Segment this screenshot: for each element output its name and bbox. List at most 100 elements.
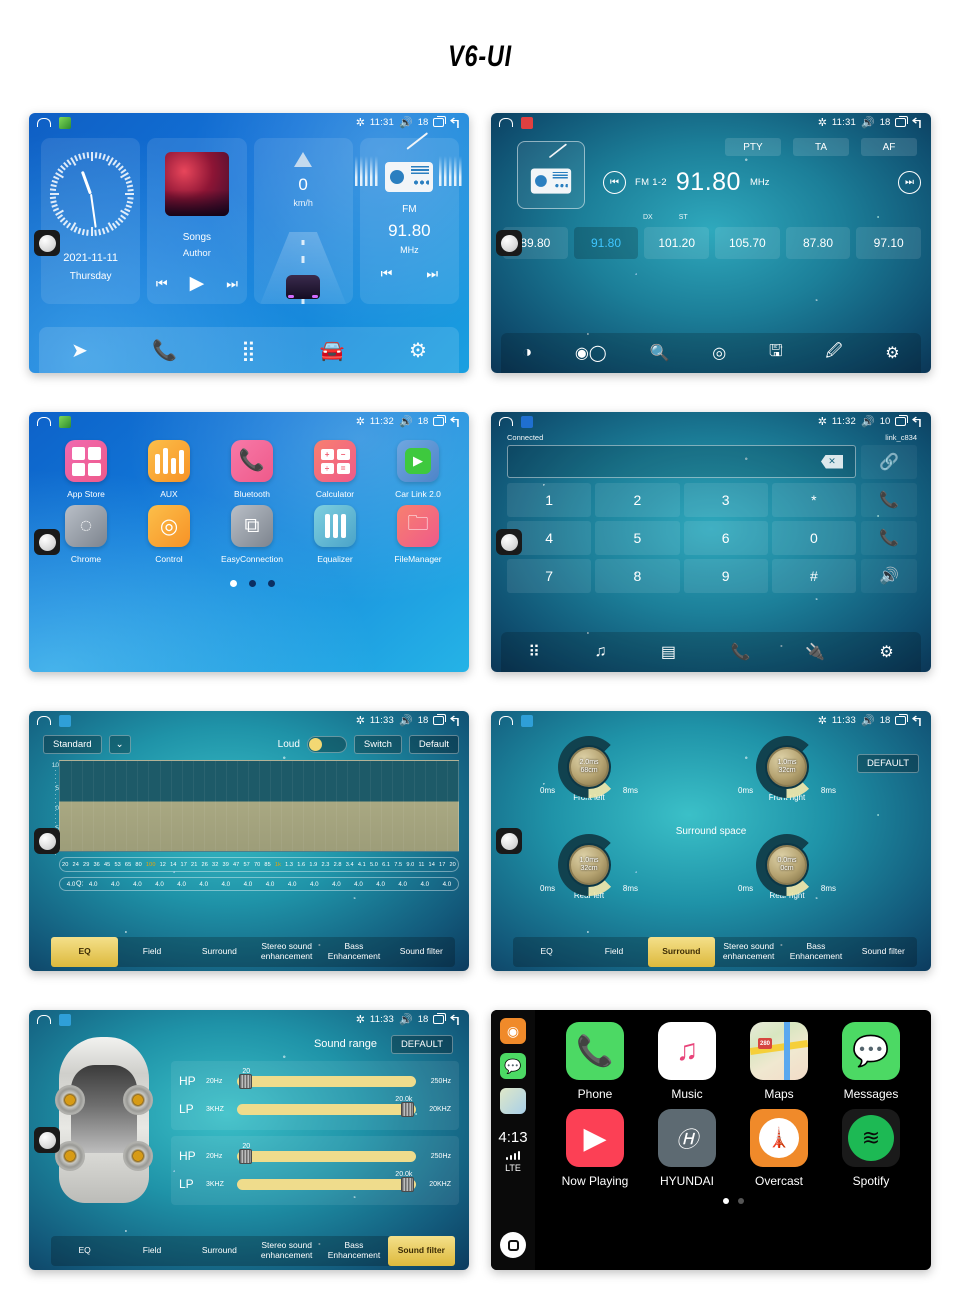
- eq-band-divider[interactable]: [148, 761, 150, 851]
- carplay-app-hyundai[interactable]: Ⓗ HYUNDAI: [641, 1109, 733, 1188]
- bezel-knob[interactable]: [34, 529, 60, 555]
- screen-home[interactable]: ✲ 11:31 🔊 18 ↰ 2021-11-11 Thursday Songs…: [29, 113, 469, 373]
- home-icon[interactable]: [499, 716, 513, 725]
- app-badge-icon[interactable]: [59, 116, 71, 129]
- eq-band-divider[interactable]: [281, 761, 283, 851]
- speaker-icon[interactable]: 🔊: [861, 559, 917, 593]
- home-icon[interactable]: [499, 118, 513, 127]
- tab-surround[interactable]: Surround: [186, 937, 253, 967]
- eq-q-value[interactable]: 4.0: [354, 881, 363, 888]
- filter-row-lp[interactable]: LP 3KHZ 20.0k 20KHZ: [179, 1170, 451, 1198]
- carplay-app-phone[interactable]: 📞 Phone: [549, 1022, 641, 1101]
- screen-equalizer[interactable]: ✲ 11:33 🔊 18 ↰ Standard ⌄ Loud Switch De…: [29, 711, 469, 971]
- dx-label[interactable]: DX: [643, 214, 653, 221]
- tab-field[interactable]: Field: [580, 937, 647, 967]
- eq-band-divider[interactable]: [225, 761, 227, 851]
- page-dot[interactable]: [267, 580, 275, 587]
- tab-stereo-sound-enhancement[interactable]: Stereo sound enhancement: [253, 937, 320, 967]
- page-dot[interactable]: [737, 1198, 744, 1204]
- music-next-button[interactable]: ⏭: [226, 276, 238, 292]
- back-icon[interactable]: ↰: [910, 714, 925, 728]
- band-icon[interactable]: ◑: [522, 344, 532, 362]
- eq-band-divider[interactable]: [192, 761, 194, 851]
- eq-band-divider[interactable]: [159, 761, 161, 851]
- eq-band-divider[interactable]: [247, 761, 249, 851]
- app-badge-icon[interactable]: [59, 415, 71, 428]
- radio-prev-button[interactable]: ⏮: [381, 266, 393, 282]
- filter-slider[interactable]: 20.0k: [237, 1171, 416, 1192]
- tune-prev-button[interactable]: ⏮: [603, 171, 626, 194]
- eq-q-value[interactable]: 4.0: [443, 881, 452, 888]
- eq-band-divider[interactable]: [402, 761, 404, 851]
- eq-q-value[interactable]: 4.0: [67, 881, 76, 888]
- eq-band-divider[interactable]: [236, 761, 238, 851]
- knob-front-left[interactable]: 2.0ms 68cm 0ms 8ms Front left: [539, 736, 639, 802]
- eq-q-value[interactable]: 4.0: [111, 881, 120, 888]
- tab-field[interactable]: Field: [118, 1236, 185, 1266]
- filter-row-lp[interactable]: LP 3KHZ 20.0k 20KHZ: [179, 1095, 451, 1123]
- hangup-icon[interactable]: 📞: [861, 521, 917, 555]
- overcast-icon[interactable]: ◉: [500, 1018, 526, 1044]
- st-label[interactable]: ST: [679, 214, 688, 221]
- eq-band-divider[interactable]: [347, 761, 349, 851]
- recents-icon[interactable]: [895, 714, 909, 725]
- bluetooth-app-badge-icon[interactable]: [521, 415, 533, 428]
- eq-band-divider[interactable]: [446, 761, 448, 851]
- filter-slider[interactable]: 20: [237, 1143, 416, 1164]
- eq-band-divider[interactable]: [170, 761, 172, 851]
- tab-stereo-sound-enhancement[interactable]: Stereo sound enhancement: [715, 937, 782, 967]
- app-item-easyconnection[interactable]: ⧉ EasyConnection: [221, 505, 283, 564]
- ta-button[interactable]: TA: [793, 138, 849, 156]
- recents-icon[interactable]: [433, 415, 447, 426]
- carplay-app-messages[interactable]: 💬 Messages: [825, 1022, 917, 1101]
- tab-surround[interactable]: Surround: [186, 1236, 253, 1266]
- eq-q-value[interactable]: 4.0: [376, 881, 385, 888]
- settings-icon[interactable]: ⚙: [885, 343, 899, 363]
- key-7[interactable]: 7: [507, 559, 592, 593]
- tab-stereo-sound-enhancement[interactable]: Stereo sound enhancement: [253, 1236, 320, 1266]
- eq-band-divider[interactable]: [126, 761, 128, 851]
- music-prev-button[interactable]: ⏮: [156, 276, 168, 292]
- settings-icon[interactable]: ⚙: [879, 642, 893, 662]
- tab-bass-enhancement[interactable]: Bass Enhancement: [320, 937, 387, 967]
- filter-slider[interactable]: 20.0k: [237, 1096, 416, 1117]
- back-icon[interactable]: ↰: [448, 415, 463, 429]
- messages-icon[interactable]: 💬: [500, 1053, 526, 1079]
- recents-icon[interactable]: [433, 714, 447, 725]
- app-item-filemanager[interactable]: 🗀 FileManager: [387, 505, 449, 564]
- eq-q-value[interactable]: 4.0: [199, 881, 208, 888]
- radio-app-badge-icon[interactable]: [521, 116, 533, 129]
- eq-band-divider[interactable]: [424, 761, 426, 851]
- slider-thumb[interactable]: [238, 1148, 252, 1164]
- eq-q-value[interactable]: 4.0: [266, 881, 275, 888]
- screen-dialer[interactable]: ✲ 11:32 🔊 10 ↰ Connected link_c834 ✕ 1 2…: [491, 412, 931, 672]
- equalizer-app-badge-icon[interactable]: [59, 714, 71, 727]
- eq-band-divider[interactable]: [181, 761, 183, 851]
- eq-band-divider[interactable]: [71, 761, 73, 851]
- home-icon[interactable]: [37, 1015, 51, 1024]
- equalizer-app-badge-icon[interactable]: [521, 714, 533, 727]
- key-2[interactable]: 2: [595, 483, 680, 517]
- key-star[interactable]: *: [771, 483, 856, 517]
- tab-sound-filter[interactable]: Sound filter: [387, 1236, 455, 1266]
- home-icon[interactable]: [499, 417, 513, 426]
- tab-field[interactable]: Field: [118, 937, 185, 967]
- eq-q-value[interactable]: 4.0: [222, 881, 231, 888]
- navigation-icon[interactable]: ➤: [71, 338, 88, 363]
- eq-band-divider[interactable]: [380, 761, 382, 851]
- backspace-icon[interactable]: ✕: [821, 454, 843, 469]
- eq-band-divider[interactable]: [115, 761, 117, 851]
- eq-q-value[interactable]: 4.0: [155, 881, 164, 888]
- eq-band-divider[interactable]: [104, 761, 106, 851]
- recents-icon[interactable]: [433, 116, 447, 127]
- bluetooth-connect-icon[interactable]: 🔌: [805, 642, 825, 662]
- home-icon[interactable]: [500, 1232, 526, 1258]
- loud-toggle[interactable]: [306, 736, 347, 753]
- edit-icon[interactable]: 🖉: [825, 340, 842, 367]
- screen-surround[interactable]: ✲ 11:33 🔊 18 ↰ DEFAULT 2.0ms 68cm 0ms 8m…: [491, 711, 931, 971]
- pty-button[interactable]: PTY: [725, 138, 781, 156]
- slider-thumb[interactable]: [401, 1176, 415, 1192]
- eq-band-divider[interactable]: [292, 761, 294, 851]
- page-dot[interactable]: [248, 580, 256, 587]
- bezel-knob[interactable]: [34, 1127, 60, 1153]
